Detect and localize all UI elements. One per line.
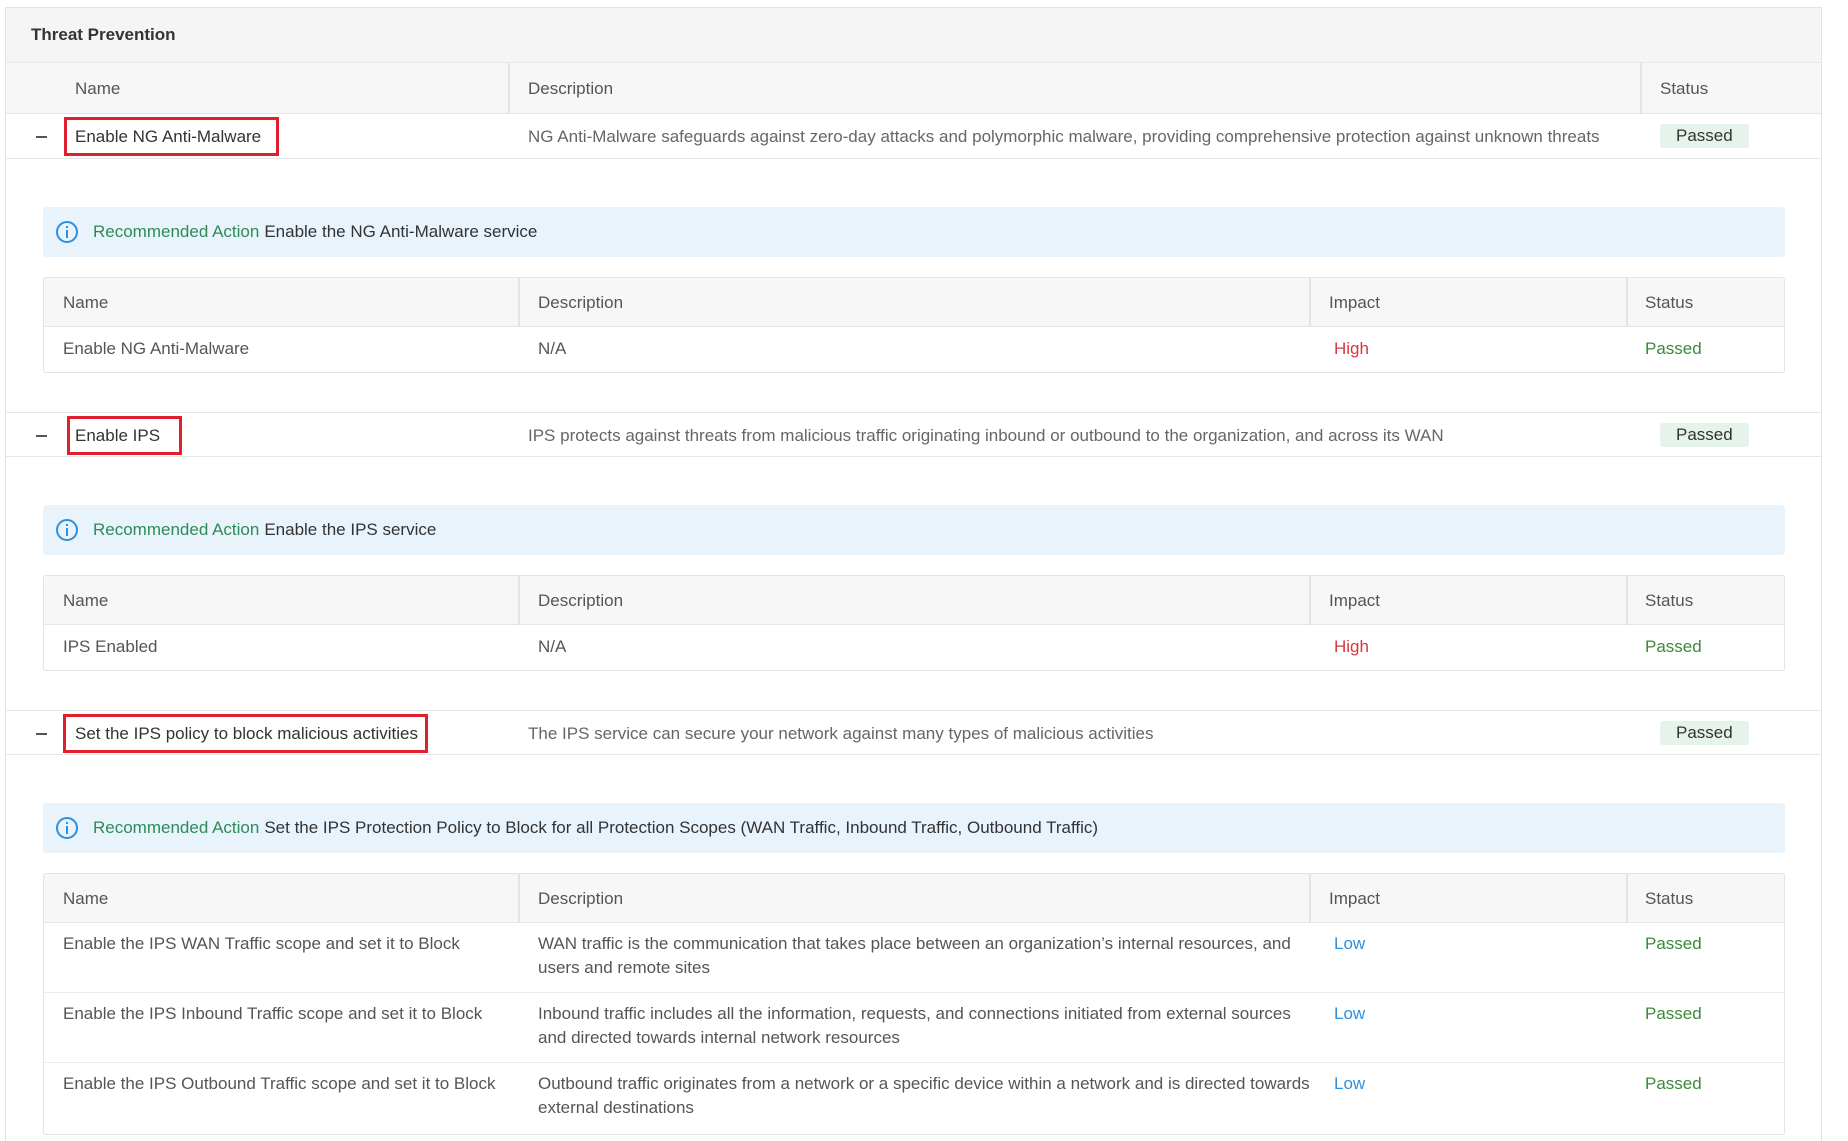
sub-header-name[interactable]: Name	[63, 278, 108, 327]
info-icon	[56, 221, 78, 243]
sub-header-description[interactable]: Description	[538, 874, 623, 923]
table-row: IPS Enabled N/A High Passed	[44, 625, 1784, 670]
recommended-action-label: Recommended Action	[93, 818, 260, 837]
row-description-line-2: users and remote sites	[538, 958, 710, 977]
table-row: Enable the IPS WAN Traffic scope and set…	[44, 923, 1784, 993]
header-description[interactable]: Description	[528, 63, 613, 114]
check-description: NG Anti-Malware safeguards against zero-…	[528, 126, 1600, 146]
check-subtable: Name Description Impact Status Enable NG…	[43, 277, 1785, 373]
check-name: Enable NG Anti-Malware	[75, 126, 262, 146]
table-row: Enable the IPS Inbound Traffic scope and…	[44, 993, 1784, 1063]
check-name: Set the IPS policy to block malicious ac…	[75, 723, 418, 743]
row-description-line-1: Inbound traffic includes all the informa…	[538, 1004, 1291, 1023]
recommended-action-banner: Recommended Action Set the IPS Protectio…	[43, 803, 1785, 853]
row-name: Enable the IPS WAN Traffic scope and set…	[63, 934, 460, 953]
main-table-header: Name Description Status	[6, 63, 1821, 114]
column-divider[interactable]	[508, 63, 510, 114]
column-divider[interactable]	[1626, 576, 1628, 625]
row-description-line-2: and directed towards internal network re…	[538, 1028, 900, 1047]
subtable-header: Name Description Impact Status	[44, 278, 1784, 327]
column-divider[interactable]	[1640, 63, 1642, 114]
check-row-ips-policy[interactable]: Set the IPS policy to block malicious ac…	[6, 710, 1821, 755]
row-impact: High	[1334, 637, 1369, 656]
row-name: Enable the IPS Inbound Traffic scope and…	[63, 1004, 483, 1023]
subtable-header: Name Description Impact Status	[44, 576, 1784, 625]
row-status: Passed	[1645, 934, 1702, 953]
panel-title: Threat Prevention	[6, 8, 1821, 63]
column-divider[interactable]	[518, 576, 520, 625]
row-impact: Low	[1334, 934, 1366, 953]
row-impact: Low	[1334, 1004, 1366, 1023]
check-description: The IPS service can secure your network …	[528, 723, 1154, 743]
check-subtable: Name Description Impact Status Enable th…	[43, 873, 1785, 1135]
collapse-button[interactable]	[26, 711, 56, 756]
column-divider[interactable]	[518, 278, 520, 327]
row-impact: High	[1334, 339, 1369, 358]
recommended-action-text: Enable the NG Anti-Malware service	[264, 222, 538, 241]
check-details-ips: Recommended Action Enable the IPS servic…	[6, 457, 1821, 710]
column-divider[interactable]	[1626, 278, 1628, 327]
row-name: Enable NG Anti-Malware	[63, 339, 250, 358]
row-impact: Low	[1334, 1074, 1366, 1093]
column-divider[interactable]	[1309, 576, 1311, 625]
check-name: Enable IPS	[75, 425, 161, 445]
sub-header-status[interactable]: Status	[1645, 874, 1693, 923]
recommended-action-text: Enable the IPS service	[264, 520, 437, 539]
check-row-ng-anti-malware[interactable]: Enable NG Anti-Malware NG Anti-Malware s…	[6, 114, 1821, 159]
row-description-line-2: external destinations	[538, 1098, 694, 1117]
info-icon	[56, 817, 78, 839]
minus-icon	[35, 434, 47, 437]
recommended-action-text: Set the IPS Protection Policy to Block f…	[264, 818, 1099, 837]
check-details-ng-anti-malware: Recommended Action Enable the NG Anti-Ma…	[6, 159, 1821, 412]
status-badge: Passed	[1660, 124, 1749, 148]
sub-header-impact[interactable]: Impact	[1329, 576, 1380, 625]
check-description: IPS protects against threats from malici…	[528, 425, 1444, 445]
column-divider[interactable]	[1626, 874, 1628, 923]
recommended-action-label: Recommended Action	[93, 222, 260, 241]
check-row-ips[interactable]: Enable IPS IPS protects against threats …	[6, 412, 1821, 457]
status-badge: Passed	[1660, 423, 1749, 447]
table-row: Enable the IPS Outbound Traffic scope an…	[44, 1063, 1784, 1133]
row-description: N/A	[538, 637, 567, 656]
sub-header-status[interactable]: Status	[1645, 576, 1693, 625]
header-name[interactable]: Name	[75, 63, 120, 114]
minus-icon	[35, 135, 47, 138]
row-status: Passed	[1645, 339, 1702, 358]
row-name: IPS Enabled	[63, 637, 158, 656]
sub-header-name[interactable]: Name	[63, 874, 108, 923]
subtable-header: Name Description Impact Status	[44, 874, 1784, 923]
sub-header-status[interactable]: Status	[1645, 278, 1693, 327]
row-status: Passed	[1645, 1004, 1702, 1023]
check-subtable: Name Description Impact Status IPS Enabl…	[43, 575, 1785, 671]
column-divider[interactable]	[1309, 874, 1311, 923]
sub-header-impact[interactable]: Impact	[1329, 874, 1380, 923]
status-badge: Passed	[1660, 721, 1749, 745]
sub-header-description[interactable]: Description	[538, 278, 623, 327]
row-description-line-1: Outbound traffic originates from a netwo…	[538, 1074, 1310, 1093]
threat-prevention-panel: Threat Prevention Name Description Statu…	[5, 7, 1822, 1141]
minus-icon	[35, 732, 47, 735]
collapse-button[interactable]	[26, 413, 56, 458]
row-description-line-1: WAN traffic is the communication that ta…	[538, 934, 1291, 953]
recommended-action-banner: Recommended Action Enable the IPS servic…	[43, 505, 1785, 555]
sub-header-impact[interactable]: Impact	[1329, 278, 1380, 327]
column-divider[interactable]	[518, 874, 520, 923]
recommended-action-label: Recommended Action	[93, 520, 260, 539]
header-status[interactable]: Status	[1660, 63, 1708, 114]
sub-header-name[interactable]: Name	[63, 576, 108, 625]
sub-header-description[interactable]: Description	[538, 576, 623, 625]
row-status: Passed	[1645, 637, 1702, 656]
row-status: Passed	[1645, 1074, 1702, 1093]
row-name: Enable the IPS Outbound Traffic scope an…	[63, 1074, 496, 1093]
recommended-action-banner: Recommended Action Enable the NG Anti-Ma…	[43, 207, 1785, 257]
column-divider[interactable]	[1309, 278, 1311, 327]
collapse-button[interactable]	[26, 114, 56, 159]
check-details-ips-policy: Recommended Action Set the IPS Protectio…	[6, 755, 1821, 1141]
info-icon	[56, 519, 78, 541]
row-description: N/A	[538, 339, 567, 358]
table-row: Enable NG Anti-Malware N/A High Passed	[44, 327, 1784, 372]
